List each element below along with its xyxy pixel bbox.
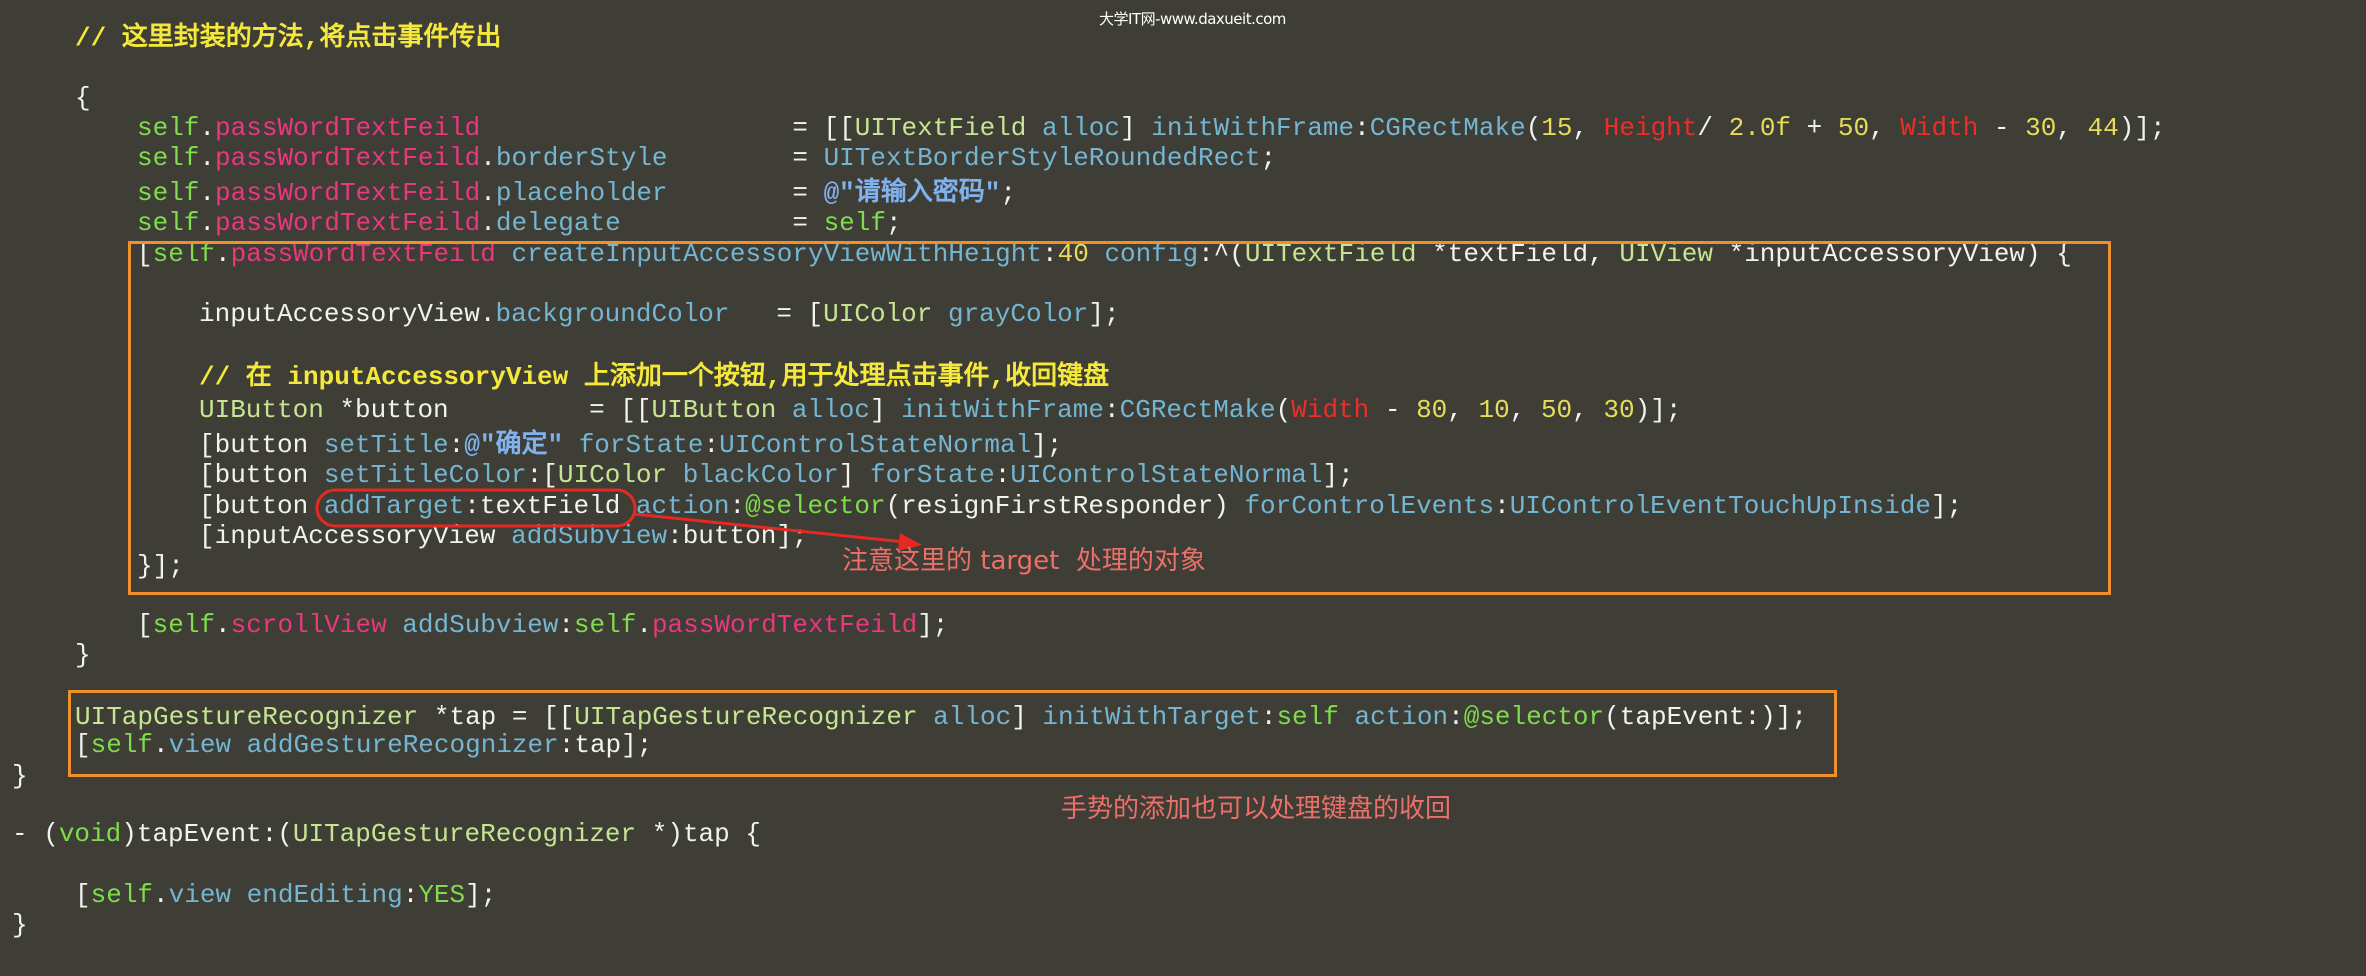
- annotation-gesture-note: 手势的添加也可以处理键盘的收回: [1061, 794, 1452, 824]
- annotation-overlay: [315, 488, 922, 551]
- highlight-circle: [315, 488, 637, 528]
- arrow-line: [633, 512, 906, 544]
- annotation-target-note: 注意这里的 target 处理的对象: [842, 546, 1206, 576]
